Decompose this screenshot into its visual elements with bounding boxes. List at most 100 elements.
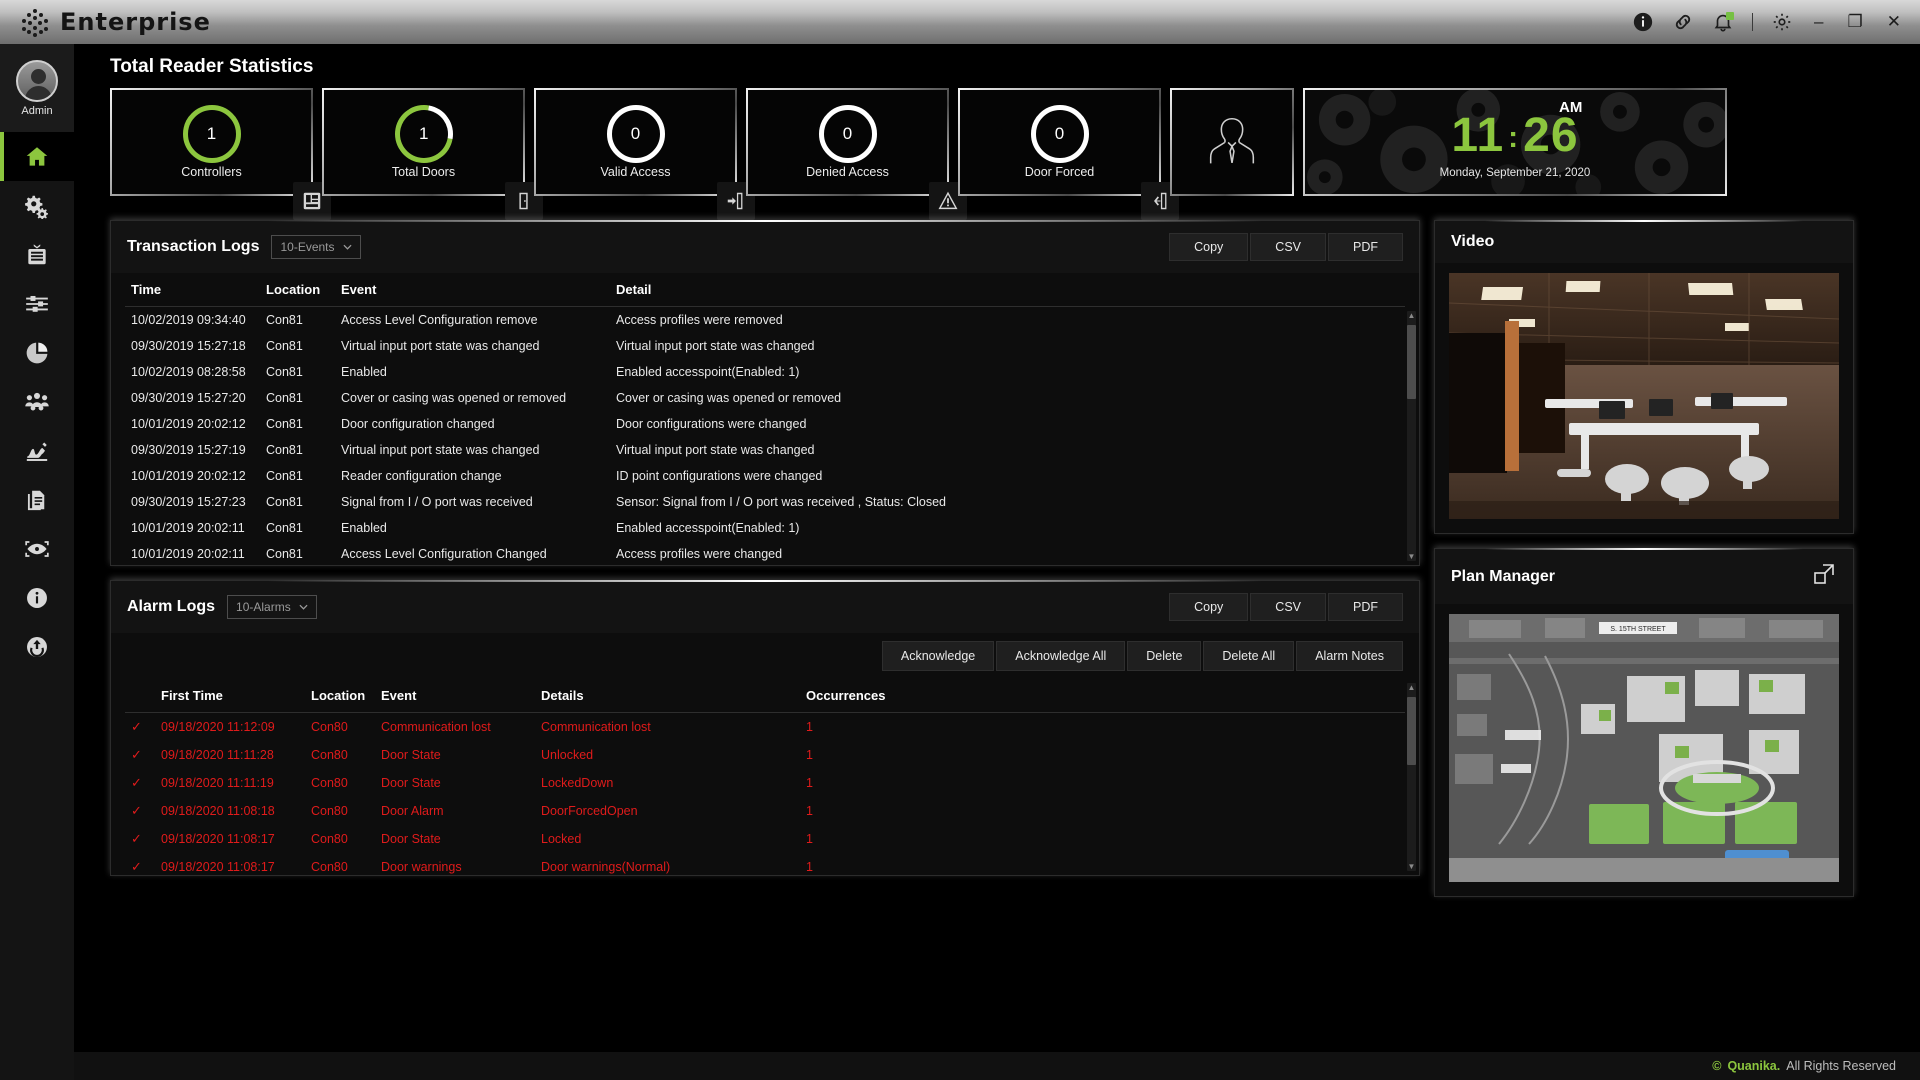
- stat-card-controllers[interactable]: 1 Controllers: [110, 88, 331, 220]
- alarm-pdf-button[interactable]: PDF: [1328, 593, 1403, 621]
- acknowledge-check-icon[interactable]: ✓: [125, 853, 155, 875]
- acknowledge-all-button[interactable]: Acknowledge All: [996, 641, 1126, 671]
- sidebar-profile[interactable]: Admin: [0, 44, 74, 132]
- table-row[interactable]: ✓ 09/18/2020 11:12:09 Con80 Communication l…: [125, 713, 1405, 742]
- table-row[interactable]: 09/30/2019 15:27:20 Con81 Cover or casing …: [125, 385, 1405, 411]
- filter-value: 10-Events: [280, 240, 335, 254]
- sidebar-item-enrollment[interactable]: [0, 426, 74, 475]
- column-header[interactable]: Detail: [610, 273, 1405, 307]
- settings-gear-icon[interactable]: [1771, 11, 1793, 33]
- notification-bell-icon[interactable]: [1712, 11, 1735, 33]
- table-row[interactable]: 10/01/2019 20:02:12 Con81 Reader configura…: [125, 463, 1405, 489]
- column-header[interactable]: Occurrences: [800, 679, 1405, 713]
- table-row[interactable]: 09/30/2019 15:27:18 Con81 Virtual input po…: [125, 333, 1405, 359]
- table-cell: Communication lost: [381, 720, 491, 734]
- table-cell: Unlocked: [541, 748, 594, 762]
- alarm-notes-button[interactable]: Alarm Notes: [1296, 641, 1403, 671]
- sidebar-item-monitoring[interactable]: [0, 524, 74, 573]
- transaction-export-buttons: Copy CSV PDF: [1169, 233, 1403, 261]
- stat-card-door-forced[interactable]: 0 Door Forced: [958, 88, 1179, 220]
- transaction-csv-button[interactable]: CSV: [1250, 233, 1326, 261]
- info-icon[interactable]: [1632, 11, 1654, 33]
- table-row[interactable]: 10/01/2019 20:02:11 Con81 Enabled Enabled a…: [125, 515, 1405, 541]
- sidebar-item-about[interactable]: [0, 573, 74, 622]
- documents-icon: [27, 490, 45, 510]
- table-cell: 10/01/2019 20:02:11: [131, 521, 245, 535]
- column-header[interactable]: Details: [535, 679, 800, 713]
- alarm-scrollbar[interactable]: ▲ ▼: [1407, 683, 1416, 871]
- close-button[interactable]: ✕: [1884, 12, 1904, 32]
- page-title: Total Reader Statistics: [110, 56, 314, 77]
- table-row[interactable]: 10/02/2019 09:34:40 Con81 Access Level Con…: [125, 307, 1405, 333]
- column-header[interactable]: Location: [305, 679, 375, 713]
- delete-button[interactable]: Delete: [1127, 641, 1202, 671]
- clock-hours: 11: [1451, 108, 1505, 162]
- column-header[interactable]: Event: [375, 679, 535, 713]
- alarm-header-row: First Time Location Event Details Occurrence…: [125, 679, 1405, 713]
- expand-icon[interactable]: [1811, 561, 1837, 592]
- maximize-button[interactable]: ❐: [1845, 12, 1866, 32]
- sidebar-item-personnel[interactable]: [0, 377, 74, 426]
- titlebar-icons: – ❐ ✕: [1632, 11, 1920, 33]
- table-row[interactable]: 10/02/2019 08:28:58 Con81 Enabled Enabled a…: [125, 359, 1405, 385]
- alarm-csv-button[interactable]: CSV: [1250, 593, 1326, 621]
- acknowledge-check-icon[interactable]: ✓: [125, 769, 155, 797]
- column-header[interactable]: Event: [335, 273, 610, 307]
- door-forced-ring: 0: [1030, 105, 1089, 163]
- sidebar-item-power[interactable]: [0, 622, 74, 671]
- transaction-table-body-wrap: 10/02/2019 09:34:40 Con81 Access Level Con…: [111, 307, 1419, 565]
- stat-value: 0: [630, 124, 641, 143]
- acknowledge-button[interactable]: Acknowledge: [881, 641, 995, 671]
- transaction-pdf-button[interactable]: PDF: [1328, 233, 1403, 261]
- sidebar-item-devices[interactable]: [0, 230, 74, 279]
- delete-all-button[interactable]: Delete All: [1203, 641, 1295, 671]
- alarm-filter[interactable]: 10-Alarms: [227, 595, 317, 619]
- stat-card-denied-access[interactable]: 0 Denied Access: [746, 88, 967, 220]
- sidebar-item-home[interactable]: [0, 132, 74, 181]
- table-row[interactable]: ✓ 09/18/2020 11:11:28 Con80 Door State Unloc…: [125, 741, 1405, 769]
- acknowledge-check-icon[interactable]: ✓: [125, 825, 155, 853]
- stat-card-total-doors[interactable]: 1 Total Doors: [322, 88, 543, 220]
- table-cell: Con81: [266, 495, 303, 509]
- stat-value: 0: [1054, 124, 1065, 143]
- transaction-events-filter[interactable]: 10-Events: [271, 235, 361, 259]
- site-plan-map[interactable]: S. 15TH STREET: [1449, 614, 1839, 882]
- acknowledge-check-icon[interactable]: ✓: [125, 713, 155, 742]
- table-cell: Enabled: [341, 521, 387, 535]
- controllers-ring: 1: [182, 105, 241, 163]
- link-icon[interactable]: [1672, 11, 1694, 33]
- transaction-logs-header: Transaction Logs 10-Events Copy CSV PDF: [111, 221, 1419, 273]
- table-row[interactable]: 10/01/2019 20:02:11 Con81 Access Level Con…: [125, 541, 1405, 565]
- video-feed[interactable]: [1449, 273, 1839, 519]
- table-cell: 1: [806, 720, 813, 734]
- stat-card-valid-access[interactable]: 0 Valid Access: [534, 88, 755, 220]
- table-row[interactable]: ✓ 09/18/2020 11:08:17 Con80 Door warnings Do…: [125, 853, 1405, 875]
- table-row[interactable]: ✓ 09/18/2020 11:08:18 Con80 Door Alarm DoorF…: [125, 797, 1405, 825]
- stat-value: 1: [206, 124, 217, 143]
- acknowledge-check-icon[interactable]: ✓: [125, 797, 155, 825]
- person-card[interactable]: [1170, 88, 1294, 196]
- table-row[interactable]: ✓ 09/18/2020 11:08:17 Con80 Door State Locke…: [125, 825, 1405, 853]
- info-circle-icon: [27, 587, 47, 608]
- video-panel: Video: [1434, 220, 1854, 534]
- sidebar-item-sliders[interactable]: [0, 279, 74, 328]
- table-row[interactable]: 10/01/2019 20:02:12 Con81 Door configurati…: [125, 411, 1405, 437]
- transaction-copy-button[interactable]: Copy: [1169, 233, 1249, 261]
- sidebar-item-configuration[interactable]: [0, 181, 74, 230]
- column-header[interactable]: First Time: [155, 679, 305, 713]
- column-header[interactable]: Location: [260, 273, 335, 307]
- transaction-scrollbar[interactable]: ▲ ▼: [1407, 311, 1416, 561]
- alarm-copy-button[interactable]: Copy: [1169, 593, 1249, 621]
- sidebar-item-reports[interactable]: [0, 475, 74, 524]
- device-reader-icon: [28, 243, 46, 264]
- minimize-button[interactable]: –: [1811, 12, 1826, 32]
- table-row[interactable]: 09/30/2019 15:27:23 Con81 Signal from I / …: [125, 489, 1405, 515]
- column-header[interactable]: Time: [125, 273, 260, 307]
- table-cell: Cover or casing was opened or removed: [616, 391, 842, 405]
- alarm-logs-header: Alarm Logs 10-Alarms Copy CSV PDF: [111, 581, 1419, 633]
- table-row[interactable]: ✓ 09/18/2020 11:11:19 Con80 Door State Locke…: [125, 769, 1405, 797]
- table-cell: 1: [806, 748, 813, 762]
- acknowledge-check-icon[interactable]: ✓: [125, 741, 155, 769]
- table-row[interactable]: 09/30/2019 15:27:19 Con81 Virtual input po…: [125, 437, 1405, 463]
- sidebar-item-statistics[interactable]: [0, 328, 74, 377]
